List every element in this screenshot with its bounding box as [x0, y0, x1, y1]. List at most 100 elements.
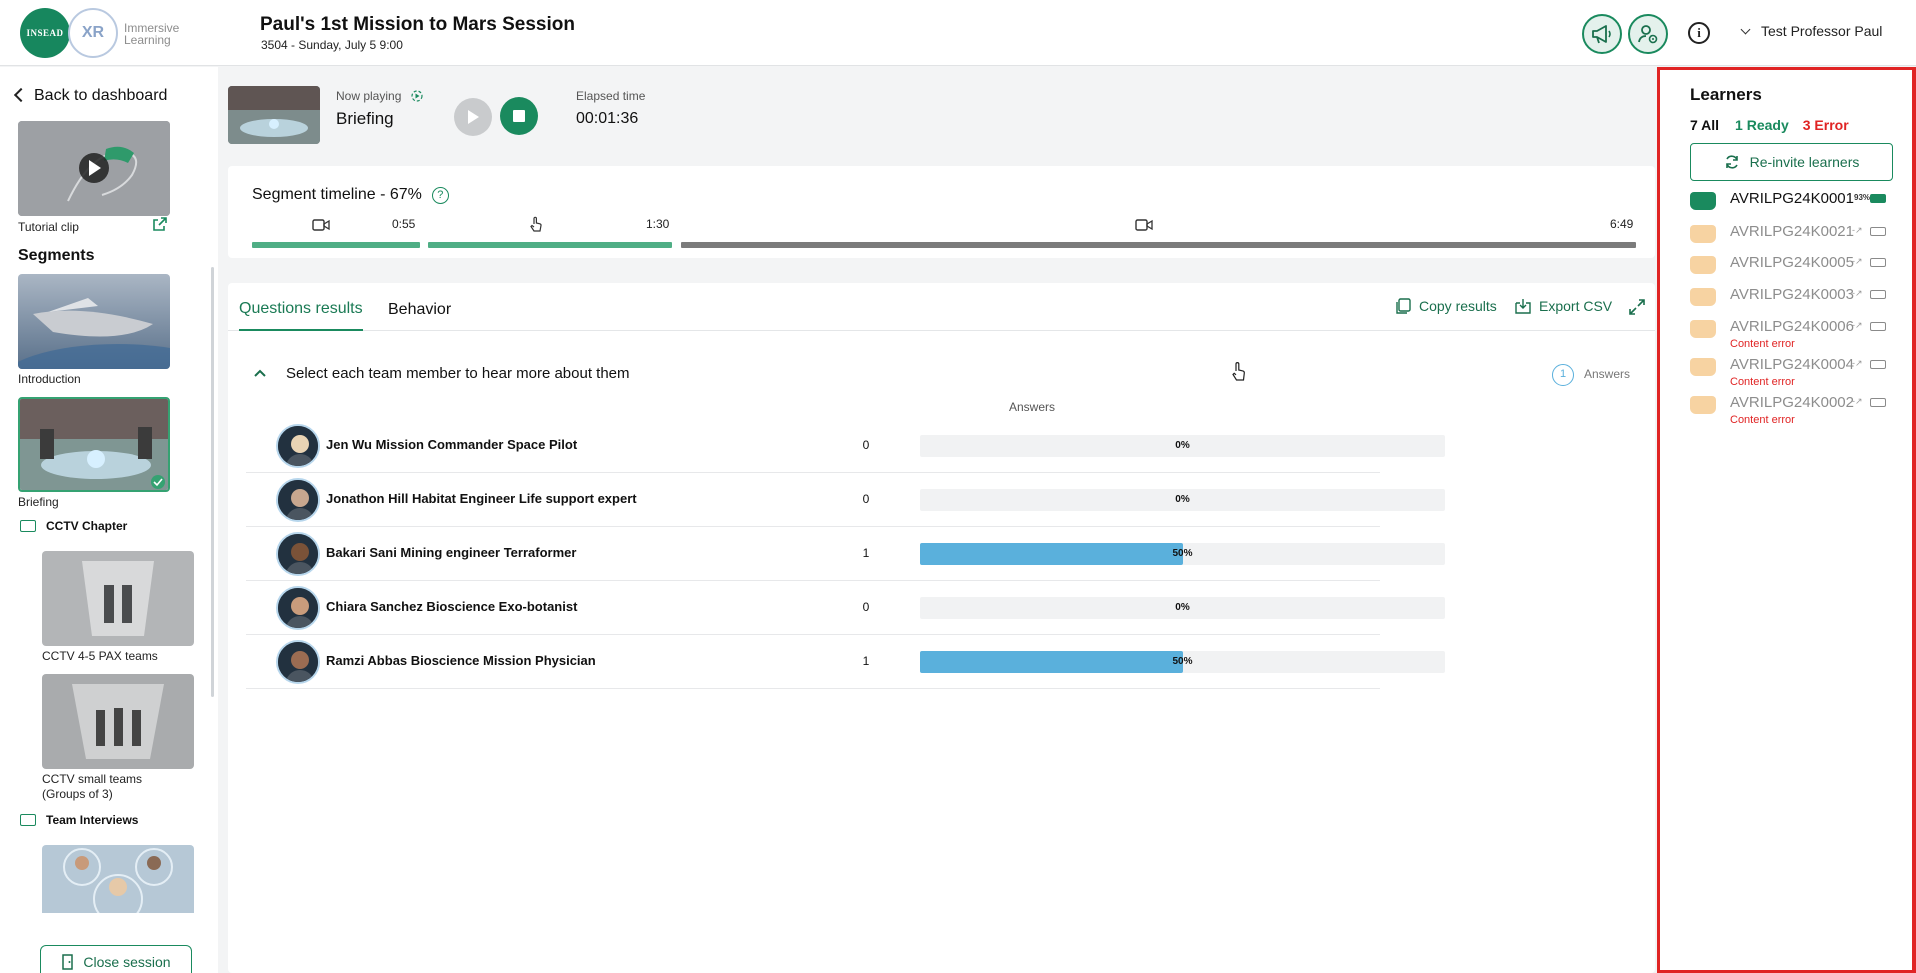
learner-error-text: Content error [1730, 376, 1795, 388]
tutorial-clip-thumbnail[interactable] [18, 121, 170, 216]
timeline-segment-2[interactable] [428, 242, 672, 248]
wifi-off-icon: -↗ [1852, 396, 1863, 406]
chevron-up-icon[interactable] [253, 368, 267, 378]
team-interviews-image [42, 845, 194, 913]
vr-headset-icon [1690, 192, 1716, 210]
play-icon [468, 110, 479, 124]
segment-thumbnail-cctv-4-5[interactable] [42, 551, 194, 646]
table-row[interactable]: Bakari Sani Mining engineer Terraformer 1… [246, 527, 1445, 581]
learners-ready-count[interactable]: 1 Ready [1735, 117, 1789, 133]
segment-thumbnail-team-interviews[interactable] [42, 845, 194, 913]
learner-item[interactable]: AVRILPG24K0001 93% [1690, 188, 1900, 224]
learner-id: AVRILPG24K0006 [1730, 318, 1854, 335]
vr-headset-icon [1690, 320, 1716, 338]
insead-xr-logo[interactable]: INSEAD XR Immersive Learning [20, 8, 179, 60]
battery-icon [1870, 194, 1886, 203]
user-menu[interactable]: Test Professor Paul [1740, 23, 1882, 39]
answer-option-name: Jonathon Hill Habitat Engineer Life supp… [326, 491, 637, 506]
export-icon [1515, 299, 1531, 314]
close-session-button[interactable]: Close session [40, 945, 192, 973]
segment-thumbnail-cctv-small[interactable] [42, 674, 194, 769]
learner-id: AVRILPG24K0004 [1730, 356, 1854, 373]
folder-cctv-chapter[interactable]: CCTV Chapter [20, 519, 127, 533]
answer-option-name: Jen Wu Mission Commander Space Pilot [326, 437, 578, 452]
video-icon[interactable] [312, 218, 330, 232]
battery-icon [1870, 360, 1886, 369]
question-text: Select each team member to hear more abo… [286, 365, 630, 382]
xr-logo-circle: XR [68, 8, 118, 58]
briefing-image [20, 399, 168, 490]
elapsed-time-label: Elapsed time [576, 89, 646, 103]
segment-timeline-title: Segment timeline - 67%? [252, 186, 449, 204]
answer-percentage-bar: 0% [920, 489, 1445, 511]
announcement-button[interactable] [1582, 14, 1622, 54]
wifi-off-icon: -↗ [1852, 225, 1863, 235]
answer-percentage-label: 0% [1175, 494, 1190, 505]
sidebar-scrollbar[interactable] [211, 267, 214, 697]
table-row[interactable]: Jen Wu Mission Commander Space Pilot 0 0% [246, 419, 1445, 473]
now-playing-thumbnail [228, 86, 320, 144]
learners-all-count[interactable]: 7 All [1690, 117, 1719, 133]
answer-option-name: Bakari Sani Mining engineer Terraformer [326, 545, 577, 560]
play-button[interactable] [454, 98, 492, 136]
segment-label-introduction: Introduction [18, 372, 81, 386]
answer-count: 1 [862, 654, 870, 668]
insead-logo-circle: INSEAD [20, 8, 70, 58]
expand-icon[interactable] [1628, 298, 1646, 316]
open-external-icon[interactable] [152, 216, 168, 232]
table-row[interactable]: Ramzi Abbas Bioscience Mission Physician… [246, 635, 1445, 689]
info-icon[interactable]: i [1688, 22, 1710, 44]
help-icon[interactable]: ? [431, 187, 449, 204]
wifi-off-icon: -↗ [1852, 288, 1863, 298]
avatar [276, 478, 320, 522]
learner-item[interactable]: AVRILPG24K0005 -↗ [1690, 252, 1900, 288]
answer-option-name: Chiara Sanchez Bioscience Exo-botanist [326, 599, 578, 614]
session-subtitle: 3504 - Sunday, July 5 9:00 [261, 38, 403, 52]
learner-status-counts: 7 All 1 Ready 3 Error [1690, 117, 1849, 133]
answers-column-header: Answers [1008, 400, 1055, 414]
briefing-thumbnail-image [228, 86, 320, 144]
battery-icon [1870, 290, 1886, 299]
avatar [276, 586, 320, 630]
tab-questions-results[interactable]: Questions results [239, 300, 363, 331]
learner-item[interactable]: AVRILPG24K0003 -↗ [1690, 284, 1900, 320]
table-row[interactable]: Jonathon Hill Habitat Engineer Life supp… [246, 473, 1445, 527]
playing-indicator-icon [411, 90, 423, 102]
tab-behavior[interactable]: Behavior [388, 301, 451, 319]
wifi-off-icon: -↗ [1852, 320, 1863, 330]
avatar [276, 532, 320, 576]
vr-headset-icon [1690, 256, 1716, 274]
copy-results-button[interactable]: Copy results [1394, 297, 1497, 315]
segment-thumbnail-briefing[interactable] [18, 397, 170, 492]
back-to-dashboard-link[interactable]: Back to dashboard [12, 87, 167, 105]
table-row[interactable]: Chiara Sanchez Bioscience Exo-botanist 0 0… [246, 581, 1445, 635]
logo-tagline: Immersive Learning [124, 21, 180, 47]
chevron-down-icon [1740, 24, 1751, 35]
timeline-segment-1[interactable] [252, 242, 420, 248]
video-icon[interactable] [1135, 218, 1153, 232]
copy-icon [1396, 298, 1411, 314]
now-playing-segment: Briefing [336, 109, 394, 128]
learners-error-count[interactable]: 3 Error [1803, 117, 1849, 133]
vr-headset-icon [1690, 288, 1716, 306]
export-csv-button[interactable]: Export CSV [1514, 297, 1612, 315]
answer-percentage-label: 0% [1175, 602, 1190, 613]
learner-item[interactable]: AVRILPG24K0004 Content error -↗ [1690, 354, 1900, 390]
timeline-segment-3[interactable] [681, 242, 1636, 248]
answer-percentage-label: 50% [1172, 656, 1193, 667]
segment-label-briefing: Briefing [18, 495, 59, 509]
touch-icon[interactable] [529, 216, 543, 233]
folder-team-interviews[interactable]: Team Interviews [20, 813, 138, 827]
answer-count: 0 [862, 492, 870, 506]
stop-button[interactable] [500, 97, 538, 135]
user-settings-button[interactable] [1628, 14, 1668, 54]
answer-percentage-bar: 50% [920, 651, 1445, 673]
reinvite-learners-button[interactable]: Re-invite learners [1690, 143, 1893, 181]
learner-item[interactable]: AVRILPG24K0002 Content error -↗ [1690, 392, 1900, 428]
learner-item[interactable]: AVRILPG24K0006 Content error -↗ [1690, 316, 1900, 352]
learner-error-text: Content error [1730, 414, 1795, 426]
segment-thumbnail-introduction[interactable] [18, 274, 170, 369]
vr-headset-icon [1690, 358, 1716, 376]
learner-id: AVRILPG24K0021 [1730, 223, 1854, 240]
folder-icon [20, 520, 36, 532]
